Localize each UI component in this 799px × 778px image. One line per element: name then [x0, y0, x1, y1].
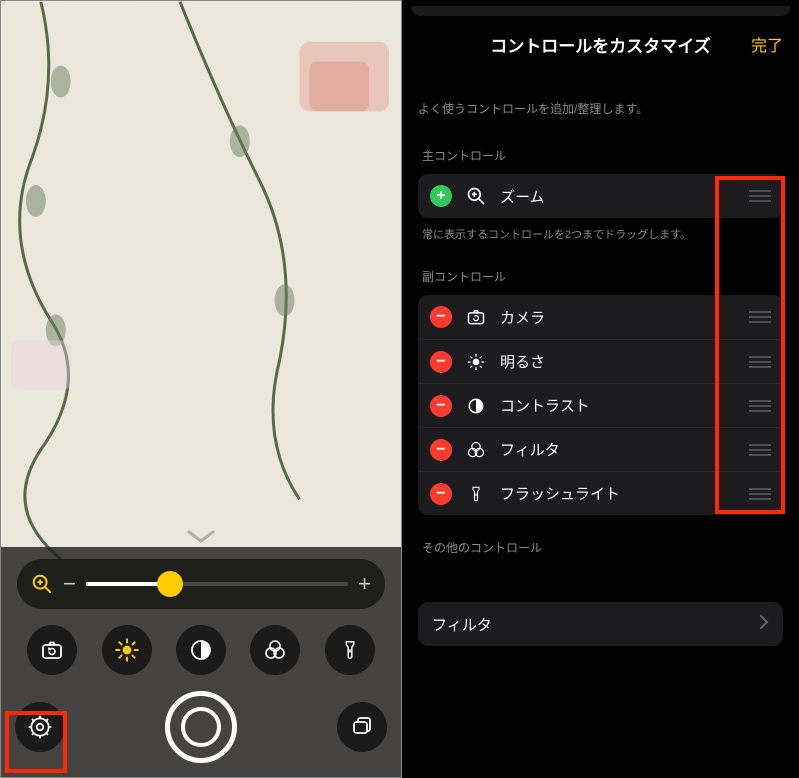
highlight-drag-handles	[715, 176, 785, 514]
filter-icon	[464, 438, 488, 462]
done-button[interactable]: 完了	[751, 32, 783, 56]
control-icons-row	[9, 625, 393, 675]
sheet-handle	[411, 6, 791, 16]
row-label: コントラスト	[500, 395, 737, 416]
main-section-label: 主コントロール	[418, 147, 783, 164]
brightness-button[interactable]	[102, 625, 152, 675]
filter-button[interactable]	[250, 625, 300, 675]
contrast-button[interactable]	[176, 625, 226, 675]
multiwindow-button[interactable]	[337, 702, 387, 752]
zoom-slider[interactable]	[86, 582, 348, 586]
sheet-header: コントロールをカスタマイズ 完了	[402, 18, 799, 70]
magnifier-view: − +	[0, 0, 402, 778]
other-section-label: その他のコントロール	[418, 539, 783, 556]
shutter-button[interactable]	[165, 691, 237, 763]
remove-icon[interactable]	[430, 351, 452, 373]
filter-nav-row[interactable]: フィルタ	[418, 602, 783, 646]
sheet-title: コントロールをカスタマイズ	[490, 32, 711, 57]
zoom-slider-row: − +	[17, 559, 385, 609]
row-label: フィルタ	[500, 439, 737, 460]
flashlight-icon	[464, 482, 488, 506]
add-icon[interactable]	[430, 185, 452, 207]
row-label: ズーム	[500, 186, 737, 207]
hint-text: よく使うコントロールを追加/整理します。	[418, 100, 783, 117]
brightness-icon	[464, 350, 488, 374]
chevron-right-icon	[759, 614, 769, 634]
camera-flip-icon	[464, 305, 488, 329]
zoom-out-minus[interactable]: −	[63, 571, 76, 597]
remove-icon[interactable]	[430, 483, 452, 505]
row-label: フラッシュライト	[500, 483, 737, 504]
row-label: カメラ	[500, 307, 737, 328]
remove-icon[interactable]	[430, 395, 452, 417]
row-label: 明るさ	[500, 351, 737, 372]
zoom-in-plus[interactable]: +	[358, 571, 371, 597]
customize-sheet: コントロールをカスタマイズ 完了 よく使うコントロールを追加/整理します。 主コ…	[402, 0, 799, 778]
camera-flip-button[interactable]	[27, 625, 77, 675]
contrast-icon	[464, 394, 488, 418]
zoom-in-icon	[464, 184, 488, 208]
remove-icon[interactable]	[430, 439, 452, 461]
zoom-in-icon	[31, 573, 53, 595]
slider-thumb[interactable]	[157, 571, 183, 597]
filter-nav-label: フィルタ	[432, 614, 492, 635]
flashlight-button[interactable]	[325, 625, 375, 675]
remove-icon[interactable]	[430, 306, 452, 328]
highlight-settings	[5, 711, 67, 773]
